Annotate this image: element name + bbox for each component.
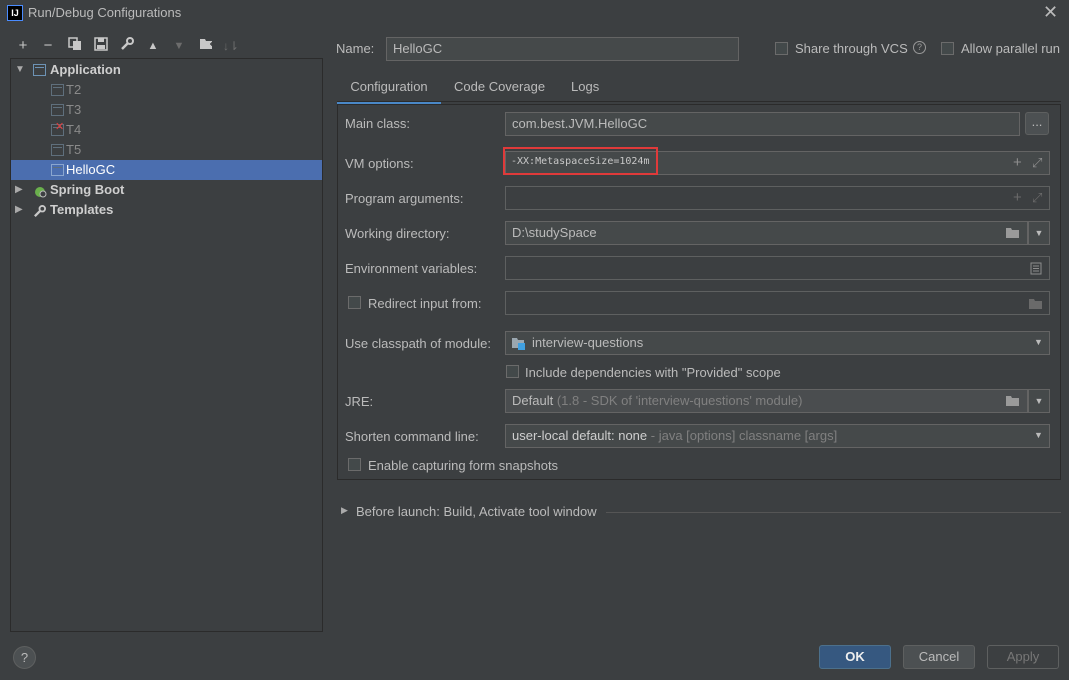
- intellij-app-icon: IJ: [7, 5, 23, 21]
- tree-node-spring-boot[interactable]: ▶ Spring Boot: [11, 180, 322, 200]
- tree-label-application: Application: [50, 62, 121, 77]
- name-input[interactable]: HelloGC: [386, 37, 739, 61]
- tree-label-spring-boot: Spring Boot: [50, 182, 125, 197]
- redirect-input-field[interactable]: [505, 291, 1050, 315]
- tree-node-hellogc[interactable]: HelloGC: [11, 160, 322, 180]
- run-config-icon: [51, 144, 64, 156]
- expand-icon[interactable]: ⤢: [1032, 190, 1042, 206]
- main-class-input[interactable]: com.best.JVM.HelloGC: [505, 112, 1020, 136]
- enable-snapshots-checkbox[interactable]: [348, 458, 361, 471]
- main-class-label: Main class:: [345, 116, 411, 131]
- folder-icon[interactable]: [1005, 226, 1021, 242]
- shorten-command-hint: - java [options] classname [args]: [650, 428, 838, 443]
- run-config-icon: [51, 104, 64, 116]
- before-launch-label[interactable]: Before launch: Build, Activate tool wind…: [356, 504, 597, 519]
- cancel-button[interactable]: Cancel: [903, 645, 975, 669]
- run-config-error-icon: ✕: [51, 121, 64, 136]
- working-directory-input[interactable]: D:\studySpace: [505, 221, 1028, 245]
- configuration-tree[interactable]: ▼ Application T2 T3 ✕ T4 T5 HelloGC ▶ Sp…: [10, 58, 323, 632]
- save-icon[interactable]: [92, 37, 110, 55]
- remove-icon[interactable]: −: [39, 37, 57, 55]
- name-label: Name:: [336, 41, 375, 56]
- redirect-input-checkbox[interactable]: [348, 296, 361, 309]
- folder-icon[interactable]: [1028, 297, 1044, 313]
- new-folder-icon[interactable]: [197, 37, 215, 55]
- run-config-icon: [51, 164, 64, 176]
- before-launch-divider: [606, 512, 1061, 513]
- include-dependencies-checkbox[interactable]: [506, 365, 519, 378]
- tree-label: T5: [66, 142, 82, 157]
- working-directory-label: Working directory:: [345, 226, 450, 241]
- move-down-icon[interactable]: ▼: [170, 37, 188, 55]
- jre-hint: (1.8 - SDK of 'interview-questions' modu…: [556, 393, 803, 408]
- tree-node-templates[interactable]: ▶ Templates: [11, 200, 322, 220]
- wrench-icon[interactable]: [118, 37, 136, 55]
- wrench-icon: [33, 204, 46, 217]
- allow-parallel-checkbox[interactable]: [941, 42, 954, 55]
- folder-icon[interactable]: [1005, 394, 1021, 410]
- shorten-command-label: Shorten command line:: [345, 429, 479, 444]
- chevron-down-icon[interactable]: ▼: [1028, 389, 1050, 413]
- vm-options-value: -XX:MetaspaceSize=1024m: [511, 156, 650, 167]
- browse-main-class-button[interactable]: ...: [1025, 112, 1049, 135]
- help-button[interactable]: ?: [13, 646, 36, 669]
- apply-button[interactable]: Apply: [987, 645, 1059, 669]
- add-icon[interactable]: +: [1013, 189, 1022, 206]
- move-up-icon[interactable]: ▲: [144, 37, 162, 55]
- program-arguments-input[interactable]: [505, 186, 1050, 210]
- shorten-command-select[interactable]: user-local default: none - java [options…: [505, 424, 1050, 448]
- collapse-arrow-icon[interactable]: ▶: [15, 200, 23, 220]
- chevron-down-icon[interactable]: ▼: [1034, 337, 1043, 347]
- share-vcs-checkbox[interactable]: [775, 42, 788, 55]
- list-icon[interactable]: [1030, 262, 1042, 278]
- collapse-arrow-icon[interactable]: ▶: [15, 180, 23, 200]
- program-arguments-label: Program arguments:: [345, 191, 464, 206]
- expand-arrow-icon[interactable]: ▶: [341, 505, 348, 516]
- environment-variables-label: Environment variables:: [345, 261, 478, 276]
- enable-snapshots-label: Enable capturing form snapshots: [368, 458, 559, 473]
- application-icon: [33, 64, 46, 76]
- redirect-input-label: Redirect input from:: [368, 296, 482, 311]
- tab-code-coverage[interactable]: Code Coverage: [454, 78, 545, 102]
- window-title: Run/Debug Configurations: [28, 5, 182, 20]
- expand-arrow-icon[interactable]: ▼: [15, 60, 25, 80]
- expand-icon[interactable]: ⤢: [1032, 155, 1042, 171]
- tree-node-t5[interactable]: T5: [11, 140, 322, 160]
- classpath-select[interactable]: interview-questions: [505, 331, 1050, 355]
- vm-options-label: VM options:: [345, 156, 414, 171]
- run-config-icon: [51, 84, 64, 96]
- allow-parallel-label: Allow parallel run: [961, 41, 1060, 56]
- module-icon: [511, 336, 526, 353]
- tree-node-t4[interactable]: ✕ T4: [11, 120, 322, 140]
- tabs-divider: [337, 101, 1061, 102]
- tree-node-t2[interactable]: T2: [11, 80, 322, 100]
- spring-boot-icon: [33, 184, 47, 198]
- sort-icon[interactable]: ↓⇂: [222, 37, 240, 55]
- tree-label: T3: [66, 102, 82, 117]
- add-icon[interactable]: +: [1013, 154, 1022, 171]
- tree-node-application[interactable]: ▼ Application: [11, 60, 322, 80]
- jre-label: JRE:: [345, 394, 374, 409]
- tree-label: T4: [66, 122, 82, 137]
- tree-label-templates: Templates: [50, 202, 114, 217]
- tree-label: HelloGC: [66, 162, 116, 177]
- chevron-down-icon[interactable]: ▼: [1028, 221, 1050, 245]
- include-dependencies-label: Include dependencies with "Provided" sco…: [525, 365, 781, 380]
- share-vcs-label: Share through VCS: [795, 41, 908, 56]
- close-icon[interactable]: ✕: [1043, 2, 1058, 23]
- add-icon[interactable]: +: [14, 37, 32, 55]
- copy-icon[interactable]: [66, 37, 84, 55]
- ok-button[interactable]: OK: [819, 645, 891, 669]
- tree-label: T2: [66, 82, 82, 97]
- tab-logs[interactable]: Logs: [571, 78, 599, 102]
- environment-variables-input[interactable]: [505, 256, 1050, 280]
- tab-configuration[interactable]: Configuration: [337, 78, 441, 105]
- jre-value: Default: [512, 393, 554, 408]
- chevron-down-icon[interactable]: ▼: [1034, 430, 1043, 440]
- classpath-label: Use classpath of module:: [345, 336, 491, 351]
- shorten-command-value: user-local default: none: [512, 428, 648, 443]
- help-icon[interactable]: ?: [913, 41, 926, 54]
- jre-input[interactable]: Default (1.8 - SDK of 'interview-questio…: [505, 389, 1028, 413]
